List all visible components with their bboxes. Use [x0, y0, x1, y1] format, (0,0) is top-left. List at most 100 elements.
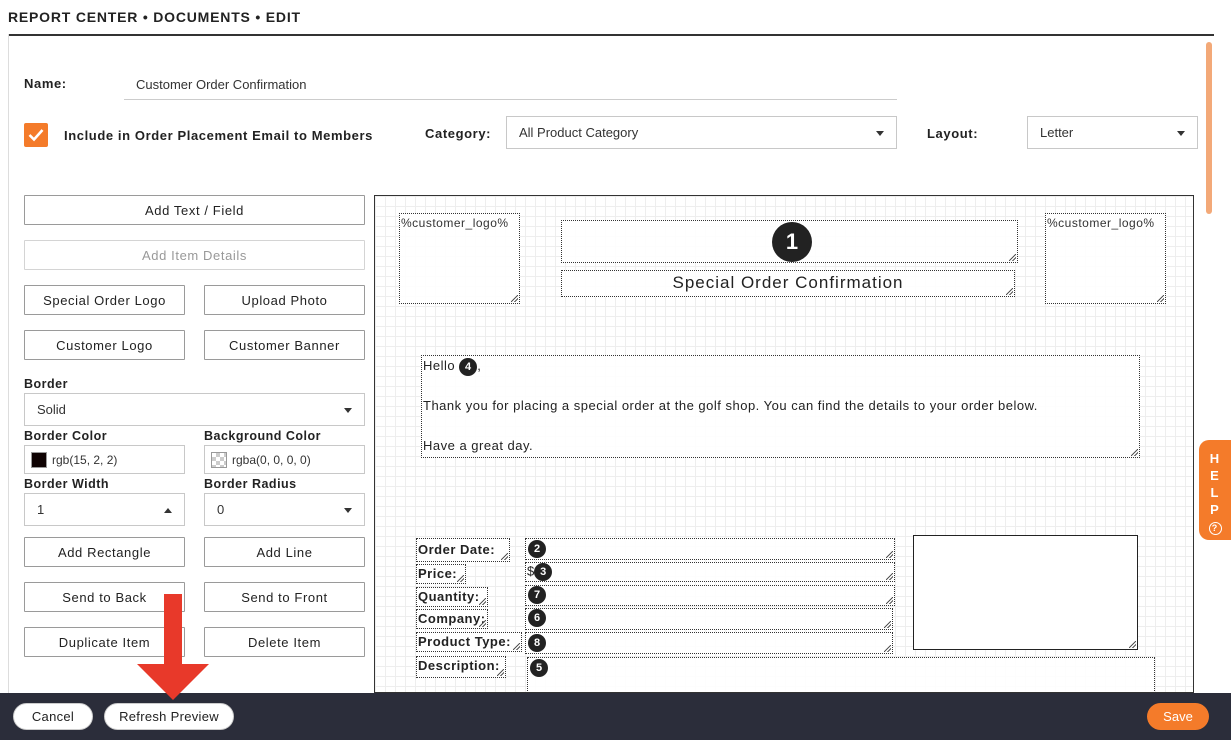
add-text-field-button[interactable]: Add Text / Field: [24, 195, 365, 225]
background-color-swatch: [211, 451, 227, 468]
order-date-label-box[interactable]: Order Date:: [416, 538, 510, 562]
help-letter: P: [1210, 502, 1220, 517]
field-badge: 3: [534, 563, 553, 581]
resize-handle-icon[interactable]: [884, 621, 891, 628]
greeting-suffix: ,: [477, 358, 482, 373]
border-color-swatch: [31, 451, 47, 468]
background-color-input[interactable]: rgba(0, 0, 0, 0): [204, 445, 365, 474]
background-color-value: rgba(0, 0, 0, 0): [232, 452, 311, 467]
logo-placeholder-text: %customer_logo%: [1047, 216, 1155, 230]
order-date-value-box[interactable]: 2: [525, 538, 895, 560]
border-width-value: 1: [37, 502, 45, 517]
price-label-box[interactable]: Price:: [416, 564, 466, 584]
refresh-preview-button[interactable]: Refresh Preview: [104, 703, 234, 730]
title-text-box[interactable]: Special Order Confirmation: [561, 270, 1015, 297]
product-type-label-box[interactable]: Product Type:: [416, 632, 522, 652]
special-order-logo-button[interactable]: Special Order Logo: [24, 285, 185, 315]
company-label-box[interactable]: Company:: [416, 609, 488, 629]
header-banner-box[interactable]: 1: [561, 220, 1018, 263]
field-badge: 7: [528, 586, 546, 604]
field-value: 7: [526, 586, 894, 604]
field-badge: 5: [530, 659, 548, 677]
add-rectangle-button[interactable]: Add Rectangle: [24, 537, 185, 567]
quantity-label-box[interactable]: Quantity:: [416, 587, 488, 607]
border-width-select[interactable]: 1: [24, 493, 185, 526]
add-line-button[interactable]: Add Line: [204, 537, 365, 567]
add-item-details-button[interactable]: Add Item Details: [24, 240, 365, 270]
category-label: Category:: [425, 126, 492, 141]
name-input[interactable]: [124, 70, 897, 100]
resize-handle-icon[interactable]: [479, 620, 486, 627]
border-color-input[interactable]: rgb(15, 2, 2): [24, 445, 185, 474]
greeting-text-box[interactable]: Hello 4, Thank you for placing a special…: [421, 355, 1140, 458]
description-label-box[interactable]: Description:: [416, 656, 506, 678]
include-email-label: Include in Order Placement Email to Memb…: [64, 128, 373, 143]
field-value: 5: [528, 658, 1154, 678]
layout-select[interactable]: Letter: [1027, 116, 1198, 149]
chevron-down-icon: [1177, 130, 1185, 136]
border-radius-select[interactable]: 0: [204, 493, 365, 526]
border-radius-value: 0: [217, 502, 225, 517]
field-value: $3: [526, 563, 894, 581]
resize-handle-icon[interactable]: [513, 643, 520, 650]
company-value-box[interactable]: 6: [525, 608, 893, 630]
resize-handle-icon[interactable]: [457, 575, 464, 582]
background-color-label: Background Color: [204, 429, 322, 443]
chevron-up-icon: [164, 507, 172, 513]
border-color-value: rgb(15, 2, 2): [52, 452, 118, 467]
help-tab[interactable]: H E L P ?: [1199, 440, 1231, 540]
field-badge: 4: [459, 357, 478, 376]
border-select[interactable]: Solid: [24, 393, 365, 426]
greeting-text: Hello: [423, 358, 456, 373]
resize-handle-icon[interactable]: [497, 669, 504, 676]
border-radius-label: Border Radius: [204, 477, 297, 491]
cancel-button[interactable]: Cancel: [13, 703, 93, 730]
question-icon: ?: [1208, 522, 1222, 535]
upload-photo-button[interactable]: Upload Photo: [204, 285, 365, 315]
resize-handle-icon[interactable]: [1129, 641, 1136, 648]
help-letter: H: [1209, 451, 1221, 466]
include-email-checkbox[interactable]: [24, 123, 48, 147]
customer-logo-placeholder-left[interactable]: %customer_logo%: [399, 213, 520, 304]
chevron-down-icon: [344, 507, 352, 513]
field-label: Company:: [418, 611, 486, 626]
chevron-down-icon: [344, 407, 352, 413]
photo-rectangle[interactable]: [913, 535, 1138, 650]
resize-handle-icon[interactable]: [479, 598, 486, 605]
field-label: Order Date:: [418, 542, 496, 557]
customer-logo-button[interactable]: Customer Logo: [24, 330, 185, 360]
customer-banner-button[interactable]: Customer Banner: [204, 330, 365, 360]
description-value-box[interactable]: 5: [527, 657, 1155, 692]
scrollbar-thumb[interactable]: [1206, 42, 1212, 214]
resize-handle-icon[interactable]: [886, 597, 893, 604]
design-canvas[interactable]: %customer_logo% 1 Special Order Confirma…: [374, 195, 1194, 693]
chevron-down-icon: [876, 130, 884, 136]
resize-handle-icon[interactable]: [886, 573, 893, 580]
resize-handle-icon[interactable]: [884, 645, 891, 652]
category-select[interactable]: All Product Category: [506, 116, 897, 149]
quantity-value-box[interactable]: 7: [525, 585, 895, 606]
help-letter: E: [1210, 468, 1220, 483]
field-value: 6: [526, 609, 892, 627]
header-badge-wrap: 1: [772, 222, 812, 262]
border-color-label: Border Color: [24, 429, 108, 443]
field-value: 8: [526, 633, 892, 653]
send-to-front-button[interactable]: Send to Front: [204, 582, 365, 612]
border-value: Solid: [37, 402, 66, 417]
resize-handle-icon[interactable]: [1006, 288, 1013, 295]
resize-handle-icon[interactable]: [511, 295, 518, 302]
customer-logo-placeholder-right[interactable]: %customer_logo%: [1045, 213, 1166, 304]
greeting-line: Hello 4,: [422, 356, 1139, 376]
category-value: All Product Category: [519, 125, 639, 140]
product-type-value-box[interactable]: 8: [525, 632, 893, 654]
resize-handle-icon[interactable]: [1009, 254, 1016, 261]
border-width-label: Border Width: [24, 477, 110, 491]
delete-item-button[interactable]: Delete Item: [204, 627, 365, 657]
save-button[interactable]: Save: [1147, 703, 1209, 730]
resize-handle-icon[interactable]: [1157, 295, 1164, 302]
resize-handle-icon[interactable]: [1131, 449, 1138, 456]
resize-handle-icon[interactable]: [886, 551, 893, 558]
resize-handle-icon[interactable]: [501, 553, 508, 560]
price-value-box[interactable]: $3: [525, 562, 895, 582]
arrow-down-icon: [137, 594, 209, 700]
